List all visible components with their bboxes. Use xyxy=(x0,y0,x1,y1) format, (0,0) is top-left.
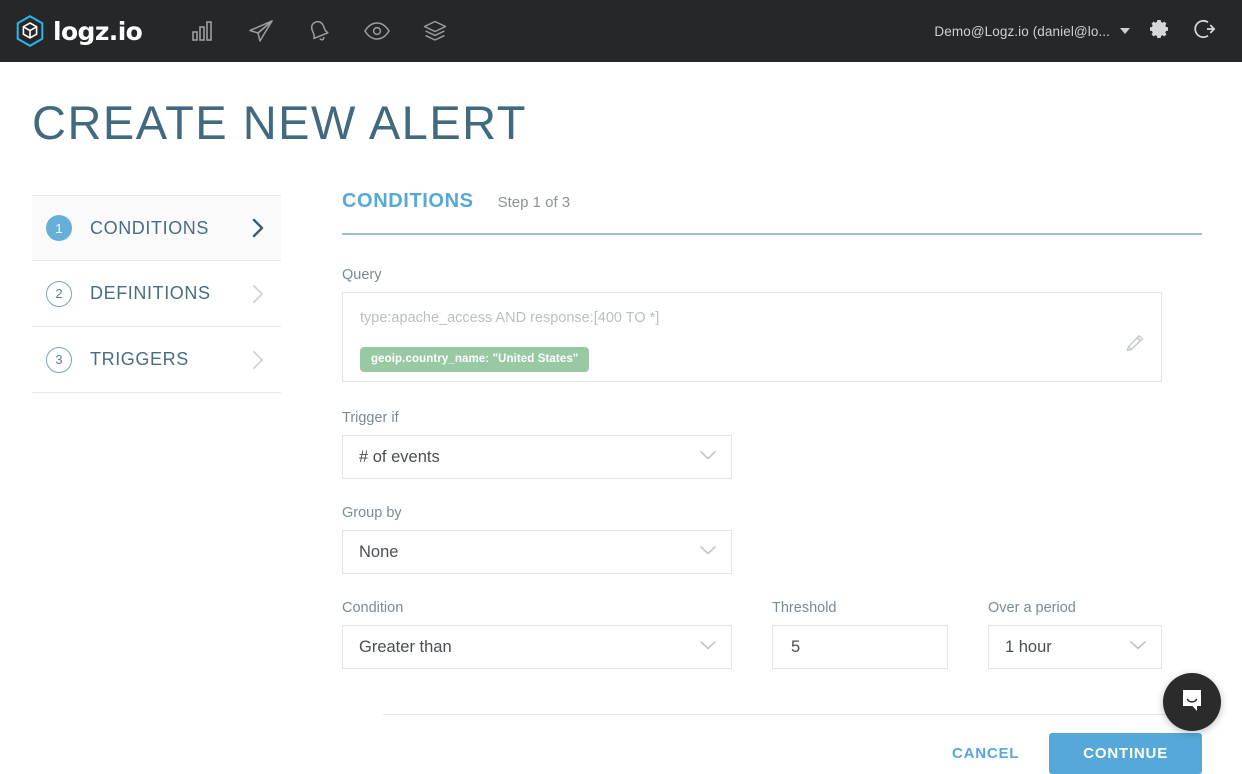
query-input[interactable]: type:apache_access AND response:[400 TO … xyxy=(342,292,1162,382)
group-by-select[interactable]: None xyxy=(342,530,732,574)
top-navigation-bar: logz.io Demo@Logz.io (daniel@lo... xyxy=(0,0,1242,62)
bar-chart-icon[interactable] xyxy=(174,0,232,62)
intercom-chat-launcher[interactable] xyxy=(1163,673,1221,731)
layers-icon[interactable] xyxy=(406,0,464,62)
conditions-panel: CONDITIONS Step 1 of 3 Query type:apache… xyxy=(342,190,1202,669)
sidebar-step-label: DEFINITIONS xyxy=(90,283,211,303)
topbar-right-group: Demo@Logz.io (daniel@lo... xyxy=(934,0,1242,62)
chevron-down-icon xyxy=(1129,638,1147,656)
panel-step-indicator: Step 1 of 3 xyxy=(497,194,571,211)
logo-text: logz.io xyxy=(53,16,143,46)
chat-bubble-icon xyxy=(1178,686,1206,719)
condition-select[interactable]: Greater than xyxy=(342,625,732,669)
chevron-down-icon xyxy=(699,638,717,656)
paper-plane-icon[interactable] xyxy=(232,0,290,62)
query-text: type:apache_access AND response:[400 TO … xyxy=(360,310,660,326)
condition-label: Condition xyxy=(342,600,404,616)
form-actions: CANCEL CONTINUE xyxy=(938,733,1202,774)
logout-icon xyxy=(1194,18,1216,45)
chevron-down-icon xyxy=(699,543,717,561)
group-by-field-group: Group by None xyxy=(342,505,1202,574)
cancel-button[interactable]: CANCEL xyxy=(938,735,1033,772)
condition-value: Greater than xyxy=(359,637,452,656)
over-a-period-label: Over a period xyxy=(988,600,1076,616)
logout-button[interactable] xyxy=(1182,0,1228,62)
group-by-value: None xyxy=(359,542,399,561)
query-label: Query xyxy=(342,267,382,283)
page-title: CREATE NEW ALERT xyxy=(32,96,527,149)
account-menu[interactable]: Demo@Logz.io (daniel@lo... xyxy=(934,24,1130,39)
condition-row: Condition Greater than Threshold O xyxy=(342,600,1202,669)
continue-button[interactable]: CONTINUE xyxy=(1049,733,1202,774)
chevron-right-icon xyxy=(252,218,265,238)
query-field-group: Query type:apache_access AND response:[4… xyxy=(342,267,1202,382)
trigger-if-select[interactable]: # of events xyxy=(342,435,732,479)
query-filter-tag[interactable]: geoip.country_name: "United States" xyxy=(360,347,590,372)
sidebar-step-label: TRIGGERS xyxy=(90,349,189,369)
step-number-badge: 2 xyxy=(46,280,72,307)
threshold-label: Threshold xyxy=(772,600,837,616)
chevron-right-icon xyxy=(252,350,265,370)
step-number-badge: 3 xyxy=(46,346,72,373)
trigger-if-label: Trigger if xyxy=(342,410,399,426)
footer-divider xyxy=(383,714,1202,715)
threshold-input[interactable] xyxy=(789,636,947,658)
over-a-period-select[interactable]: 1 hour xyxy=(988,625,1162,669)
sidebar-step-conditions[interactable]: 1 CONDITIONS xyxy=(32,195,281,261)
bell-icon[interactable] xyxy=(290,0,348,62)
panel-header: CONDITIONS Step 1 of 3 xyxy=(342,190,1202,235)
account-label: Demo@Logz.io (daniel@lo... xyxy=(934,23,1110,39)
threshold-input-wrap[interactable] xyxy=(772,625,948,669)
sidebar-step-definitions[interactable]: 2 DEFINITIONS xyxy=(32,261,281,327)
logo[interactable]: logz.io xyxy=(13,0,143,62)
primary-nav-icons xyxy=(174,0,464,62)
step-number-badge: 1 xyxy=(46,215,72,241)
settings-button[interactable] xyxy=(1136,0,1182,62)
trigger-if-value: # of events xyxy=(359,447,440,466)
panel-title: CONDITIONS xyxy=(342,190,474,212)
group-by-label: Group by xyxy=(342,505,402,521)
over-a-period-value: 1 hour xyxy=(1005,637,1052,656)
pencil-icon[interactable] xyxy=(1123,331,1147,360)
sidebar-step-label: CONDITIONS xyxy=(90,217,210,238)
threshold-field-group: Threshold xyxy=(772,600,948,669)
wizard-step-list: 1 CONDITIONS 2 DEFINITIONS 3 TRIGGERS xyxy=(32,195,281,393)
gear-icon xyxy=(1148,18,1170,45)
eye-icon[interactable] xyxy=(348,0,406,62)
chevron-right-icon xyxy=(252,284,265,304)
chevron-down-icon xyxy=(1120,28,1130,34)
conditions-form: Query type:apache_access AND response:[4… xyxy=(342,235,1202,669)
trigger-if-field-group: Trigger if # of events xyxy=(342,410,1202,479)
condition-field-group: Condition Greater than xyxy=(342,600,732,669)
over-a-period-field-group: Over a period 1 hour xyxy=(988,600,1162,669)
sidebar-step-triggers[interactable]: 3 TRIGGERS xyxy=(32,327,281,393)
chevron-down-icon xyxy=(699,448,717,466)
logo-cube-icon xyxy=(13,14,47,48)
